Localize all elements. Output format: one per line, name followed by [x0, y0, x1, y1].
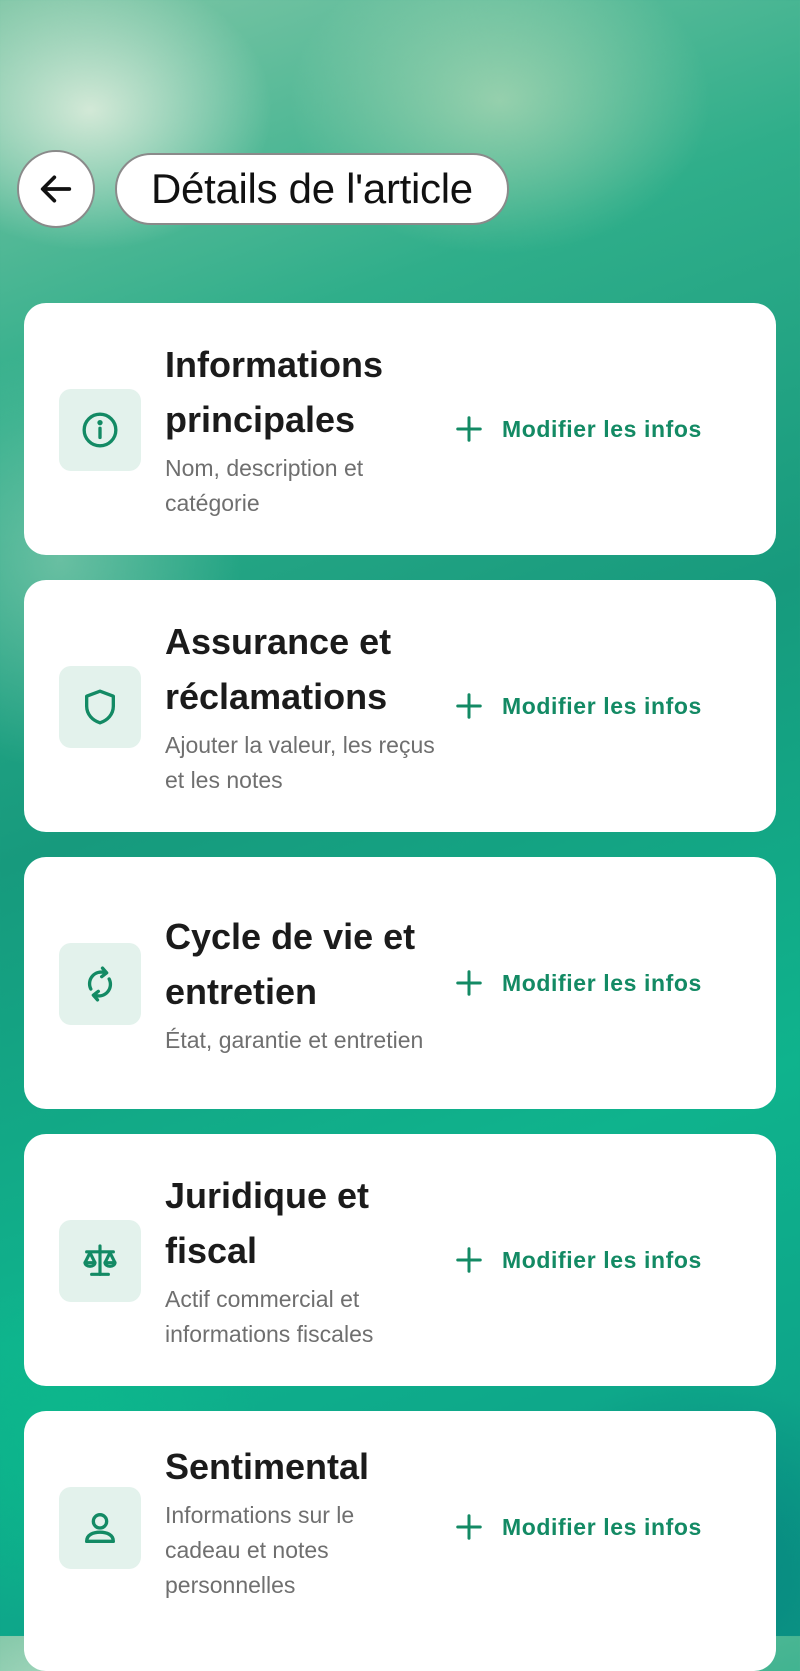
edit-info-label: Modifier les infos	[502, 1246, 702, 1273]
app-screen: { "header": { "back_icon": "arrow-left-i…	[0, 0, 800, 1671]
section-subtitle: Informations sur le cadeau et notes pers…	[165, 1502, 355, 1598]
section-icon-box	[59, 943, 141, 1025]
edit-info-button[interactable]: Modifier les infos	[454, 691, 702, 721]
person-icon	[85, 1513, 116, 1543]
section-icon-box	[59, 1220, 141, 1302]
edit-info-button[interactable]: Modifier les infos	[454, 1512, 702, 1542]
section-card-legal: Juridique et fiscal Actif commercial et …	[24, 1134, 776, 1386]
section-title: Assurance et réclamations	[165, 621, 392, 717]
edit-info-button[interactable]: Modifier les infos	[454, 1245, 702, 1275]
section-card-main-info: Informations principales Nom, descriptio…	[24, 303, 776, 555]
section-subtitle: Actif commercial et informations fiscale…	[165, 1286, 374, 1347]
section-icon-box	[59, 389, 141, 471]
plus-icon	[456, 693, 482, 719]
section-subtitle: Nom, description et catégorie	[165, 455, 364, 516]
page-title: Détails de l'article	[115, 153, 509, 225]
section-card-sentimental: Sentimental Informations sur le cadeau e…	[24, 1411, 776, 1671]
info-icon	[82, 412, 118, 448]
plus-icon	[456, 1514, 482, 1540]
section-subtitle: État, garantie et entretien	[165, 1026, 424, 1053]
edit-info-button[interactable]: Modifier les infos	[454, 414, 702, 444]
section-title: Sentimental	[165, 1446, 370, 1487]
section-title: Informations principales	[165, 344, 384, 440]
section-title: Juridique et fiscal	[165, 1175, 370, 1271]
section-icon-box	[59, 666, 141, 748]
plus-icon	[456, 1247, 482, 1273]
edit-info-label: Modifier les infos	[502, 415, 702, 442]
section-title: Cycle de vie et entretien	[165, 915, 416, 1012]
plus-icon	[456, 416, 482, 442]
edit-info-label: Modifier les infos	[502, 969, 702, 996]
edit-info-label: Modifier les infos	[502, 692, 702, 719]
section-subtitle: Ajouter la valeur, les reçus et les note…	[165, 732, 435, 793]
scale-icon	[83, 1244, 117, 1276]
edit-info-label: Modifier les infos	[502, 1513, 702, 1540]
edit-info-button[interactable]: Modifier les infos	[454, 968, 702, 998]
section-card-lifecycle: Cycle de vie et entretien État, garantie…	[24, 857, 776, 1109]
plus-icon	[456, 970, 482, 996]
back-button[interactable]	[17, 150, 95, 228]
arrow-left-icon	[40, 175, 72, 203]
refresh-icon	[87, 966, 113, 1002]
shield-icon	[85, 689, 116, 725]
section-icon-box	[59, 1487, 141, 1569]
section-card-insurance: Assurance et réclamations Ajouter la val…	[24, 580, 776, 832]
